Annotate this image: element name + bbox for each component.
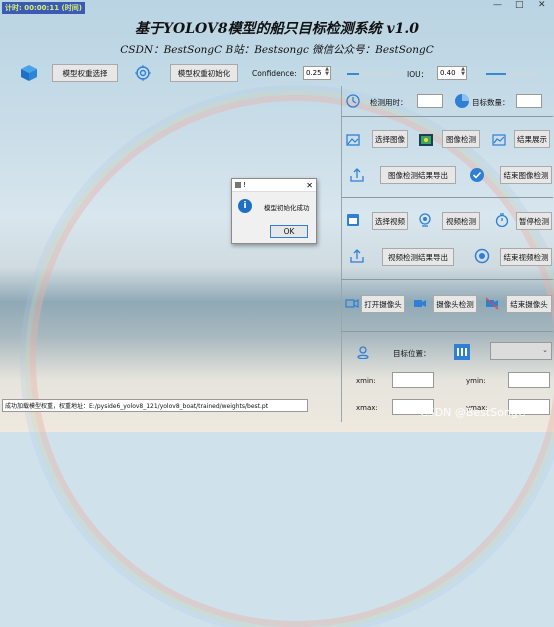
minimize-button[interactable]: — bbox=[493, 0, 502, 10]
page-title: 基于YOLOV8模型的船只目标检测系统 v1.0 bbox=[135, 21, 419, 37]
confidence-label: Confidence: bbox=[252, 69, 297, 78]
page-subtitle: CSDN：BestSongC B站：Bestsongc 微信公众号：BestSo… bbox=[120, 44, 434, 56]
ymin-field bbox=[508, 372, 550, 388]
end-image-detect-button[interactable]: 结束图像检测 bbox=[500, 166, 552, 184]
iou-spinbox[interactable]: 0.40 ▲ ▼ bbox=[437, 66, 467, 80]
target-icon bbox=[135, 65, 151, 81]
xmax-label: xmax: bbox=[356, 404, 378, 412]
message-dialog: ! ✕ i 模型初始化成功 OK bbox=[231, 178, 317, 244]
end-video-detect-button[interactable]: 结束视频检测 bbox=[500, 248, 552, 266]
dialog-close-icon[interactable]: ✕ bbox=[306, 181, 313, 190]
video-camera-icon bbox=[413, 296, 427, 310]
upload-icon bbox=[350, 168, 364, 182]
divider bbox=[341, 331, 553, 332]
count-label: 目标数量： bbox=[472, 98, 510, 107]
dialog-app-icon bbox=[235, 182, 241, 188]
divider bbox=[341, 116, 553, 117]
init-weights-button[interactable]: 模型权重初始化 bbox=[170, 64, 238, 82]
video-file-icon bbox=[346, 213, 360, 227]
iou-slider[interactable] bbox=[486, 73, 536, 75]
confidence-slider[interactable] bbox=[347, 73, 395, 75]
count-value bbox=[516, 94, 542, 108]
pause-detect-button[interactable]: 暂停检测 bbox=[516, 212, 552, 230]
xmin-field bbox=[392, 372, 434, 388]
info-icon: i bbox=[238, 199, 252, 213]
export-image-result-button[interactable]: 图像检测结果导出 bbox=[380, 166, 456, 184]
detect-video-button[interactable]: 视频检测 bbox=[442, 212, 480, 230]
camera-off-icon bbox=[485, 296, 499, 310]
xmin-label: xmin: bbox=[356, 377, 376, 385]
iou-label: IOU： bbox=[407, 70, 429, 79]
camera-detect-button[interactable]: 摄像头检测 bbox=[433, 295, 477, 313]
close-button[interactable]: ✕ bbox=[538, 0, 546, 10]
show-result-button[interactable]: 结果展示 bbox=[514, 130, 550, 148]
line-chart-icon bbox=[492, 133, 506, 147]
cube-icon bbox=[20, 64, 38, 82]
image-detect-icon bbox=[418, 132, 434, 148]
detect-image-button[interactable]: 图像检测 bbox=[442, 130, 480, 148]
export-video-result-button[interactable]: 视频检测结果导出 bbox=[382, 248, 454, 266]
select-video-button[interactable]: 选择视频 bbox=[372, 212, 408, 230]
ymin-label: ymin: bbox=[466, 377, 486, 385]
elapsed-timer: 计时: 00:00:11 (时间) bbox=[2, 2, 85, 14]
time-label: 检测用时： bbox=[370, 98, 408, 107]
divider bbox=[341, 197, 553, 198]
end-camera-button[interactable]: 结束摄像头 bbox=[506, 295, 552, 313]
divider bbox=[341, 279, 553, 280]
chevron-down-icon: ⌄ bbox=[542, 346, 548, 354]
dialog-message: 模型初始化成功 bbox=[264, 204, 310, 212]
select-image-button[interactable]: 选择图像 bbox=[372, 130, 408, 148]
dialog-title: ! bbox=[243, 181, 246, 189]
dialog-ok-button[interactable]: OK bbox=[270, 225, 308, 238]
clock-icon bbox=[346, 94, 360, 108]
upload-icon bbox=[350, 249, 364, 263]
confidence-spinbox[interactable]: 0.25 ▲ ▼ bbox=[303, 66, 331, 80]
stop-circle-icon bbox=[474, 248, 490, 264]
open-camera-button[interactable]: 打开摄像头 bbox=[361, 295, 405, 313]
grid-badge-icon bbox=[454, 344, 470, 360]
maximize-button[interactable]: □ bbox=[515, 0, 524, 10]
user-location-icon bbox=[356, 345, 370, 359]
image-icon bbox=[346, 133, 360, 147]
watermark: CSDN @BestSongC bbox=[420, 406, 526, 419]
webcam-icon bbox=[418, 213, 432, 227]
status-bar: 成功加载模型权重，权重地址：E:/pyside6_yolov8_121/yolo… bbox=[2, 399, 308, 412]
camera-outline-icon bbox=[345, 296, 359, 310]
target-select-dropdown[interactable]: ⌄ bbox=[490, 342, 552, 360]
select-weights-button[interactable]: 模型权重选择 bbox=[52, 64, 118, 82]
stopwatch-icon bbox=[495, 213, 509, 227]
time-value bbox=[417, 94, 443, 108]
check-circle-icon bbox=[469, 167, 485, 183]
target-position-label: 目标位置： bbox=[393, 349, 431, 358]
pie-chart-icon bbox=[454, 93, 470, 109]
